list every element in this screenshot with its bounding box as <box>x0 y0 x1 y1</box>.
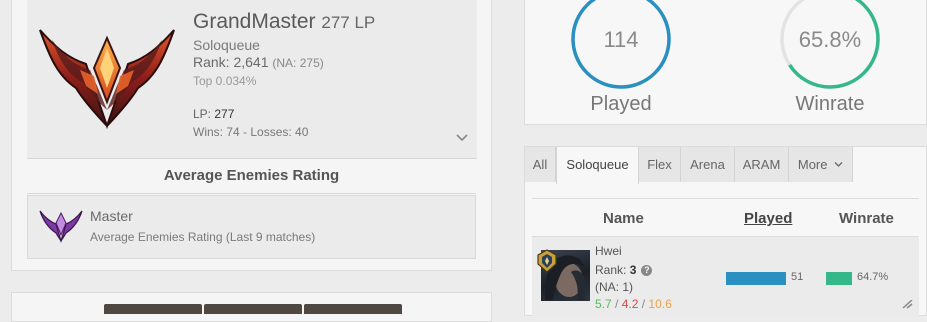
rank-lp-short: 277 LP <box>321 13 376 32</box>
tab-aram[interactable]: ARAM <box>735 147 789 182</box>
lower-button-3[interactable] <box>304 304 402 314</box>
help-icon[interactable]: ? <box>641 265 653 276</box>
tab-more[interactable]: More <box>789 147 853 182</box>
rank-tier-title: GrandMaster 277 LP <box>193 10 375 34</box>
rank-tier: GrandMaster <box>193 10 316 33</box>
header-winrate[interactable]: Winrate <box>839 210 894 227</box>
tab-all[interactable]: All <box>525 147 556 182</box>
rank-position: Rank: 2,641 (NA: 275) <box>193 54 324 70</box>
champion-rank-value: 3 <box>629 263 637 277</box>
tab-flex[interactable]: Flex <box>639 147 681 182</box>
wins-losses: Wins: 74 - Losses: 40 <box>193 125 309 139</box>
champion-na-rank: (NA: 1) <box>595 280 634 294</box>
table-divider <box>532 198 919 199</box>
champion-name[interactable]: Hwei <box>595 244 622 258</box>
played-value: 114 <box>603 27 639 52</box>
winrate-bar <box>826 272 852 285</box>
grandmaster-emblem-icon <box>39 29 175 130</box>
played-count: 51 <box>791 271 804 283</box>
winrate-value: 65.8% <box>798 27 862 52</box>
lower-button-1[interactable] <box>104 304 202 314</box>
champion-rank-label: Rank: <box>595 263 630 277</box>
header-name[interactable]: Name <box>603 210 644 227</box>
played-label: Played <box>590 93 652 115</box>
header-played[interactable]: Played <box>744 210 792 227</box>
rank-na: (NA: 275) <box>272 56 324 70</box>
rank-badge-icon <box>537 249 557 273</box>
champion-rank: Rank: 3? <box>595 263 653 277</box>
lp-label: LP: <box>193 107 215 121</box>
tab-arena[interactable]: Arena <box>681 147 735 182</box>
chevron-down-icon <box>834 162 843 167</box>
lower-button-2[interactable] <box>204 304 302 314</box>
master-emblem-icon <box>39 210 83 243</box>
average-enemies-tier: Master <box>90 208 133 224</box>
rank-label: Rank: 2,641 <box>193 54 269 70</box>
winrate-percent: 64.7% <box>857 271 889 283</box>
rank-lp: LP: 277 <box>193 107 234 121</box>
tab-more-label: More <box>797 157 828 172</box>
average-enemies-description: Average Enemies Rating (Last 9 matches) <box>90 230 316 244</box>
average-enemies-box <box>27 195 476 259</box>
tab-soloqueue[interactable]: Soloqueue <box>556 147 639 184</box>
average-enemies-heading: Average Enemies Rating <box>27 159 476 194</box>
chevron-down-icon[interactable] <box>456 133 468 142</box>
winrate-label: Winrate <box>795 93 865 115</box>
rank-top-percent: Top 0.034% <box>193 74 257 88</box>
rank-queue: Soloqueue <box>193 37 260 53</box>
played-bar <box>726 272 786 285</box>
resize-handle-icon[interactable] <box>901 300 913 309</box>
lp-value: 277 <box>214 107 235 121</box>
